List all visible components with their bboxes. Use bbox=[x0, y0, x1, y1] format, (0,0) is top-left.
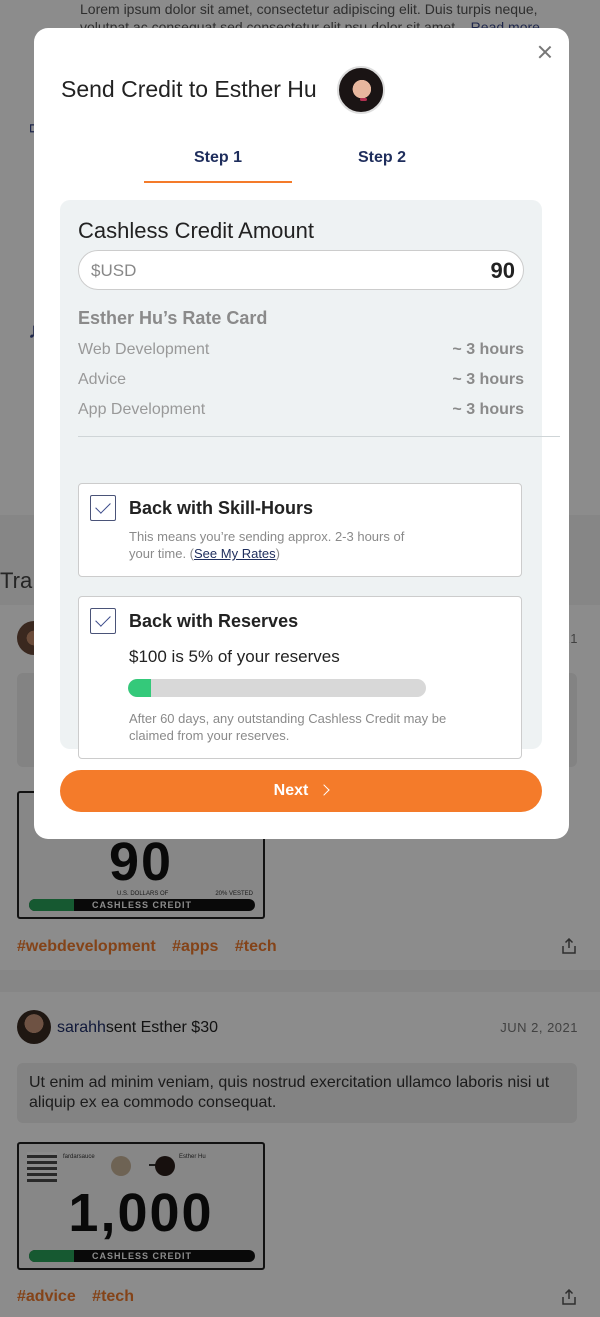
amount-section-title: Cashless Credit Amount bbox=[78, 218, 314, 243]
rate-card-row: Web Development ~ 3 hours bbox=[78, 341, 524, 361]
reserves-title: Back with Reserves bbox=[129, 611, 299, 631]
avatar bbox=[337, 66, 385, 114]
tab-step-1[interactable]: Step 1 bbox=[144, 149, 292, 167]
reserves-summary: $100 is 5% of your reserves bbox=[129, 647, 340, 666]
send-credit-modal: Send Credit to Esther Hu Step 1 Step 2 C… bbox=[34, 28, 569, 839]
modal-title: Send Credit to Esther Hu bbox=[61, 76, 317, 102]
amount-value: 90 bbox=[490, 258, 515, 283]
reserves-progress-fill bbox=[128, 679, 152, 697]
reserves-option[interactable]: Back with Reserves $100 is 5% of your re… bbox=[78, 596, 522, 759]
next-button[interactable]: Next bbox=[60, 770, 542, 812]
service-name: Advice bbox=[78, 371, 127, 388]
service-hours: ~ 3 hours bbox=[452, 401, 524, 418]
tab-step-2[interactable]: Step 2 bbox=[308, 149, 456, 167]
see-my-rates-link[interactable]: See My Rates bbox=[194, 546, 276, 561]
service-hours: ~ 3 hours bbox=[452, 371, 524, 388]
rate-card-row: App Development ~ 3 hours bbox=[78, 401, 524, 421]
divider bbox=[78, 436, 560, 437]
amount-input[interactable]: $USD 90 bbox=[78, 250, 524, 290]
credit-form-panel: Cashless Credit Amount $USD 90 Esther Hu… bbox=[60, 200, 560, 759]
active-tab-indicator bbox=[144, 181, 292, 183]
chevron-right-icon bbox=[318, 784, 331, 796]
skill-hours-option[interactable]: Back with Skill-Hours This means you’re … bbox=[78, 483, 522, 577]
skill-hours-title: Back with Skill-Hours bbox=[129, 498, 314, 518]
skill-hours-checkbox[interactable] bbox=[90, 495, 116, 521]
close-icon[interactable] bbox=[536, 43, 554, 61]
rate-card-row: Advice ~ 3 hours bbox=[78, 371, 524, 391]
service-name: Web Development bbox=[78, 341, 210, 358]
reserves-note: After 60 days, any outstanding Cashless … bbox=[129, 711, 447, 743]
rate-card-title: Esther Hu’s Rate Card bbox=[78, 308, 268, 328]
reserves-progress-bar bbox=[128, 679, 426, 697]
skill-hours-description: This means you’re sending approx. 2-3 ho… bbox=[129, 529, 405, 561]
service-hours: ~ 3 hours bbox=[452, 341, 524, 358]
next-label: Next bbox=[273, 782, 309, 799]
reserves-checkbox[interactable] bbox=[90, 608, 116, 634]
service-name: App Development bbox=[78, 401, 206, 418]
currency-placeholder: $USD bbox=[91, 261, 137, 280]
